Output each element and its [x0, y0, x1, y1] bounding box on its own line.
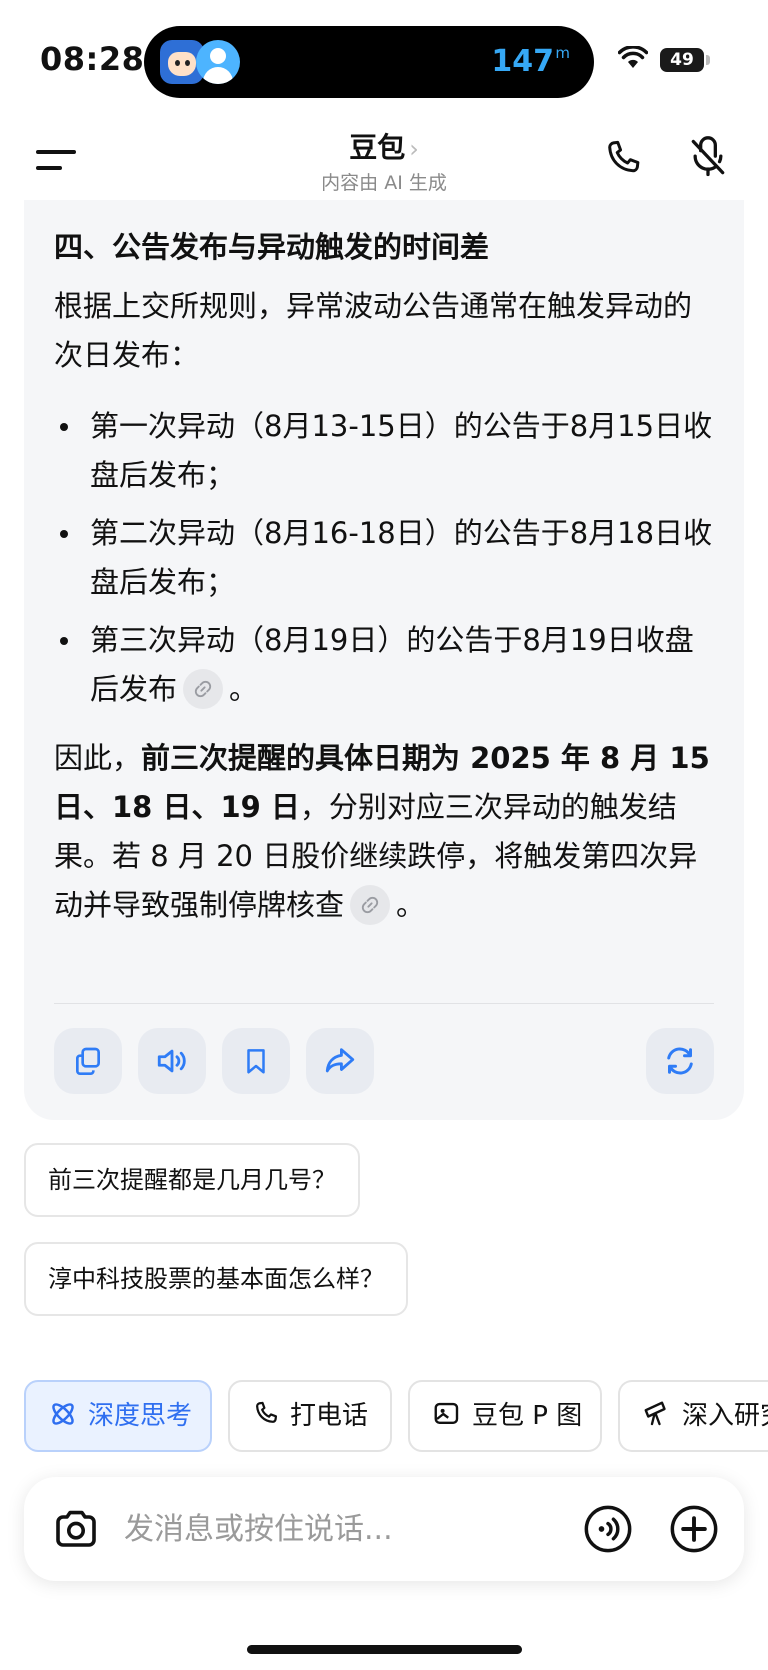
- list-item: 第一次异动（8月13-15日）的公告于8月15日收盘后发布；: [54, 402, 720, 500]
- island-unit: m: [555, 44, 570, 62]
- conclusion-paragraph: 因此，前三次提醒的具体日期为 2025 年 8 月 15 日、18 日、19 日…: [54, 734, 720, 930]
- island-distance: 147: [491, 44, 554, 79]
- phone-call-icon[interactable]: [602, 138, 644, 180]
- suggested-question[interactable]: 淳中科技股票的基本面怎么样？: [24, 1242, 408, 1316]
- chat-title[interactable]: 豆包 ›: [0, 126, 768, 166]
- camera-icon[interactable]: [52, 1505, 100, 1553]
- deep-think-chip[interactable]: 深度思考: [24, 1380, 212, 1452]
- phone-icon: [256, 1401, 278, 1423]
- divider: [54, 1003, 714, 1004]
- deep-research-label: 深入研究: [682, 1401, 768, 1431]
- ai-generated-notice: 内容由 AI 生成: [321, 172, 447, 194]
- deep-think-label: 深度思考: [88, 1401, 193, 1431]
- list-item: 第三次异动（8月19日）的公告于8月19日收盘后发布。: [54, 616, 720, 714]
- phone-call-label: 打电话: [290, 1401, 369, 1431]
- share-button[interactable]: [306, 1028, 374, 1094]
- plus-circle-icon[interactable]: [668, 1503, 720, 1555]
- dynamic-island[interactable]: 147 m: [144, 26, 594, 98]
- image-edit-icon: [434, 1402, 459, 1424]
- intro-paragraph: 根据上交所规则，异常波动公告通常在触发异动的次日发布：: [54, 289, 693, 372]
- wifi-icon: [618, 46, 648, 68]
- conclusion-prefix: 因此，: [54, 741, 142, 775]
- person-avatar-icon: [196, 40, 240, 84]
- section-heading: 四、公告发布与异动触发的时间差: [54, 230, 490, 264]
- deep-research-chip[interactable]: 深入研究: [618, 1380, 768, 1452]
- suggested-question[interactable]: 前三次提醒都是几月几号？: [24, 1143, 360, 1217]
- message-input[interactable]: [124, 1505, 544, 1553]
- refresh-icon: [667, 1047, 693, 1075]
- bookmark-button[interactable]: [222, 1028, 290, 1094]
- chevron-right-icon: ›: [409, 135, 419, 163]
- read-aloud-button[interactable]: [138, 1028, 206, 1094]
- voice-input-icon[interactable]: [582, 1503, 634, 1555]
- reference-link-icon[interactable]: [183, 669, 224, 709]
- photo-edit-chip[interactable]: 豆包 P 图: [408, 1380, 602, 1452]
- conclusion-end: 。: [396, 888, 426, 922]
- answer-card: 四、公告发布与异动触发的时间差 根据上交所规则，异常波动公告通常在触发异动的次日…: [24, 200, 744, 1120]
- home-indicator: [247, 1645, 522, 1654]
- speaker-icon: [157, 1049, 186, 1073]
- list-item-text: 第三次异动（8月19日）的公告于8月19日收盘后发布: [90, 623, 694, 706]
- phone-call-chip[interactable]: 打电话: [228, 1380, 392, 1452]
- list-item-end: 。: [229, 672, 259, 706]
- chat-title-text: 豆包: [349, 131, 406, 164]
- status-time: 08:28: [40, 40, 145, 78]
- reference-link-icon[interactable]: [350, 885, 391, 925]
- list-item: 第二次异动（8月16-18日）的公告于8月18日收盘后发布；: [54, 509, 720, 607]
- atom-icon: [52, 1402, 74, 1425]
- status-bar: 08:28 147 m 49: [0, 0, 768, 120]
- photo-edit-label: 豆包 P 图: [472, 1401, 583, 1431]
- bookmark-icon: [247, 1049, 265, 1074]
- telescope-icon: [644, 1401, 666, 1425]
- copy-icon: [76, 1047, 100, 1075]
- share-arrow-icon: [325, 1048, 355, 1073]
- message-input-bar: [24, 1477, 744, 1581]
- copy-button[interactable]: [54, 1028, 122, 1094]
- battery-icon: 49: [660, 48, 704, 72]
- regenerate-button[interactable]: [646, 1028, 714, 1094]
- top-nav: 豆包 › 内容由 AI 生成: [0, 120, 768, 200]
- mute-microphone-icon[interactable]: [686, 136, 730, 180]
- battery-tip: [706, 55, 710, 65]
